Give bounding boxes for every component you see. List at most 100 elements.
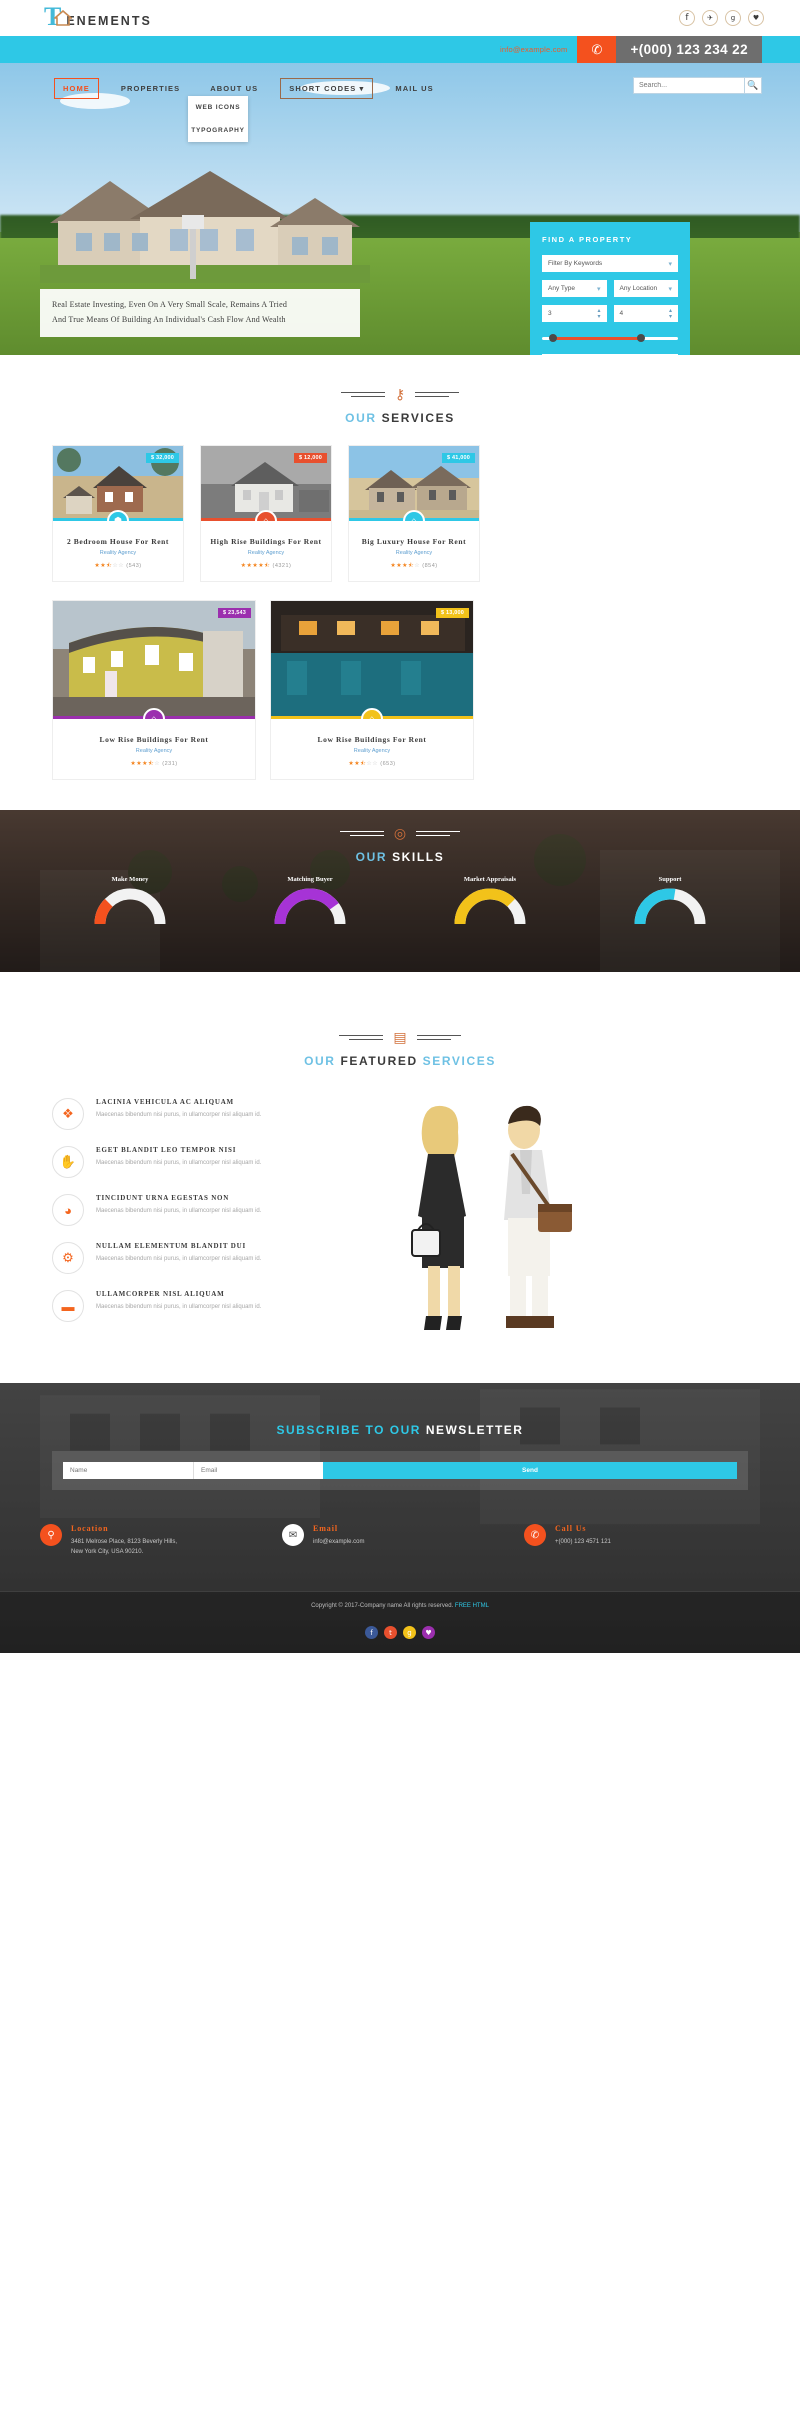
stepper-arrows-icon[interactable]: ▴ ▾ <box>669 308 672 320</box>
footer-location-text: Location 3481 Melrose Place, 8123 Beverl… <box>71 1524 177 1557</box>
nav-item-properties[interactable]: PROPERTIES <box>113 79 188 98</box>
newsletter-send-button[interactable]: Send <box>323 1462 737 1479</box>
featured-item[interactable]: ❖ LACINIA VEHICULA AC ALIQUAM Maecenas b… <box>52 1098 352 1130</box>
type-select[interactable]: Any Type ▾ <box>542 280 607 297</box>
featured-item-text: TINCIDUNT URNA EGESTAS NON Maecenas bibe… <box>96 1194 261 1226</box>
dropdown-item-typography[interactable]: TYPOGRAPHY <box>188 119 248 142</box>
property-agency[interactable]: Reality Agency <box>59 748 249 754</box>
featured-services-section: ▤ OUR FEATURED SERVICES ❖ LACINIA VEHICU… <box>0 972 800 1383</box>
property-agency[interactable]: Reality Agency <box>207 550 325 556</box>
property-card-body: High Rise Buildings For Rent Reality Age… <box>201 521 331 581</box>
google-plus-icon[interactable]: g <box>403 1626 416 1640</box>
property-title[interactable]: Low Rise Buildings For Rent <box>59 735 249 744</box>
newsletter-name-input[interactable] <box>63 1462 193 1479</box>
twitter-icon[interactable]: t <box>384 1626 397 1640</box>
property-photo-illustration <box>271 601 473 719</box>
contact-phone[interactable]: +(000) 123 234 22 <box>616 36 762 63</box>
property-title[interactable]: High Rise Buildings For Rent <box>207 537 325 546</box>
skills-title-blue: OUR <box>355 850 388 864</box>
phone-icon: ✆ <box>524 1524 546 1546</box>
featured-list: ❖ LACINIA VEHICULA AC ALIQUAM Maecenas b… <box>52 1098 352 1353</box>
building-icon: ▤ <box>393 1029 407 1045</box>
property-title[interactable]: 2 Bedroom House For Rent <box>59 537 177 546</box>
footer-copyright-bar: Copyright © 2017-Company name All rights… <box>0 1591 800 1618</box>
property-card-body: Big Luxury House For Rent Reality Agency… <box>349 521 479 581</box>
featured-item[interactable]: ✋ EGET BLANDIT LEO TEMPOR NISI Maecenas … <box>52 1146 352 1178</box>
logo-text: ENEMENTS <box>66 14 152 28</box>
footer-location-heading: Location <box>71 1524 109 1533</box>
nav-short-codes-label: SHORT CODES <box>289 83 357 93</box>
nav-item-home[interactable]: HOME <box>54 77 99 99</box>
price-range-value: $50 - $600 <box>542 354 678 355</box>
slider-knob-min[interactable] <box>548 334 557 342</box>
rating-count: (543) <box>126 563 142 569</box>
beds-stepper[interactable]: 3 ▴ ▾ <box>542 305 607 322</box>
property-card[interactable]: $ 12,000 ⌂ High Rise Buildings For Rent … <box>200 445 332 582</box>
footer-call-heading: Call Us <box>555 1524 587 1533</box>
dropdown-item-web-icons[interactable]: WEB ICONS <box>188 96 248 119</box>
location-select[interactable]: Any Location ▾ <box>613 280 678 297</box>
property-title[interactable]: Low Rise Buildings For Rent <box>277 735 467 744</box>
google-plus-icon[interactable]: g <box>725 10 741 26</box>
slider-knob-max[interactable] <box>637 334 646 342</box>
location-pin-icon: ⚲ <box>40 1524 62 1546</box>
skills-gauges: Make Money Matching Buyer Market Apprais… <box>0 864 800 926</box>
footer-email-line1[interactable]: info@example.com <box>313 1538 364 1548</box>
property-title[interactable]: Big Luxury House For Rent <box>355 537 473 546</box>
copyright-link[interactable]: FREE HTML <box>455 1603 489 1609</box>
stepper-arrows-icon[interactable]: ▴ ▾ <box>597 308 600 320</box>
dribbble-icon[interactable]: ♥ <box>748 10 764 26</box>
keywords-value: Filter By Keywords <box>548 260 603 267</box>
property-agency[interactable]: Reality Agency <box>277 748 467 754</box>
keywords-select[interactable]: Filter By Keywords ▾ <box>542 255 678 272</box>
phone-icon: ✆ <box>577 36 617 63</box>
skill-label: Market Appraisals <box>463 876 517 883</box>
nav-item-short-codes[interactable]: SHORT CODES ▾ <box>280 77 374 99</box>
dribbble-icon[interactable]: ♥ <box>422 1626 435 1640</box>
property-card[interactable]: $ 41,000 ⌂ Big Luxury House For Rent Rea… <box>348 445 480 582</box>
skills-title: OUR SKILLS <box>0 850 800 864</box>
skills-section: ◎ OUR SKILLS Make Money Matching Buyer M… <box>0 810 800 972</box>
twitter-icon[interactable]: ✈ <box>702 10 718 26</box>
hero-caption-line1: Real Estate Investing, Even On A Very Sm… <box>52 300 288 310</box>
copyright-text-wrap: Copyright © 2017-Company name All rights… <box>0 1603 800 1609</box>
nav-item-mail-us[interactable]: MAIL US <box>387 79 441 98</box>
property-card[interactable]: $ 13,000 ⌂ Low Rise Buildings For Rent R… <box>270 600 474 780</box>
chevron-down-icon: ▾ <box>668 285 672 293</box>
target-icon: ◎ <box>393 825 407 841</box>
facebook-icon[interactable]: f <box>365 1626 378 1640</box>
featured-item[interactable]: ⚙ NULLAM ELEMENTUM BLANDIT DUI Maecenas … <box>52 1242 352 1274</box>
property-agency[interactable]: Reality Agency <box>355 550 473 556</box>
facebook-icon[interactable]: f <box>679 10 695 26</box>
footer-call-line1[interactable]: +(000) 123 4571 121 <box>555 1538 611 1548</box>
baths-stepper[interactable]: 4 ▴ ▾ <box>613 305 678 322</box>
search-input[interactable] <box>633 77 745 94</box>
property-card[interactable]: $ 23,543 ⌂ Low Rise Buildings For Rent R… <box>52 600 256 780</box>
contact-email[interactable]: info@example.com <box>500 45 568 54</box>
services-title-dark: SERVICES <box>381 411 455 425</box>
newsletter-email-input[interactable] <box>193 1462 323 1479</box>
property-image: $ 23,543 ⌂ <box>53 601 255 719</box>
featured-item-desc: Maecenas bibendum nisi purus, in ullamco… <box>96 1256 262 1262</box>
featured-item[interactable]: ▬ ULLAMCORPER NISL ALIQUAM Maecenas bibe… <box>52 1290 352 1322</box>
featured-body: ❖ LACINIA VEHICULA AC ALIQUAM Maecenas b… <box>0 1082 800 1353</box>
search-box: 🔍 <box>633 77 762 94</box>
deco-left-lines <box>339 1034 384 1040</box>
featured-item[interactable]: ◕ TINCIDUNT URNA EGESTAS NON Maecenas bi… <box>52 1194 352 1226</box>
search-icon[interactable]: 🔍 <box>745 77 762 94</box>
featured-item-desc: Maecenas bibendum nisi purus, in ullamco… <box>96 1208 262 1214</box>
property-image: $ 12,000 ⌂ <box>201 446 331 521</box>
logo[interactable]: T ENEMENTS <box>44 4 152 30</box>
rating-count: (4321) <box>272 563 292 569</box>
property-image: $ 32,000 ☗ <box>53 446 183 521</box>
property-rating: ★★★⯪☆ (854) <box>390 563 438 569</box>
type-value: Any Type <box>548 285 575 292</box>
price-badge: $ 23,543 <box>217 608 251 618</box>
type-location-row: Any Type ▾ Any Location ▾ <box>542 280 678 305</box>
chevron-down-icon: ▾ <box>596 285 601 293</box>
price-slider[interactable] <box>542 330 678 346</box>
gauge-arc <box>454 888 526 925</box>
nav-item-about-us[interactable]: ABOUT US <box>202 79 266 98</box>
property-card[interactable]: $ 32,000 ☗ 2 Bedroom House For Rent Real… <box>52 445 184 582</box>
property-agency[interactable]: Reality Agency <box>59 550 177 556</box>
